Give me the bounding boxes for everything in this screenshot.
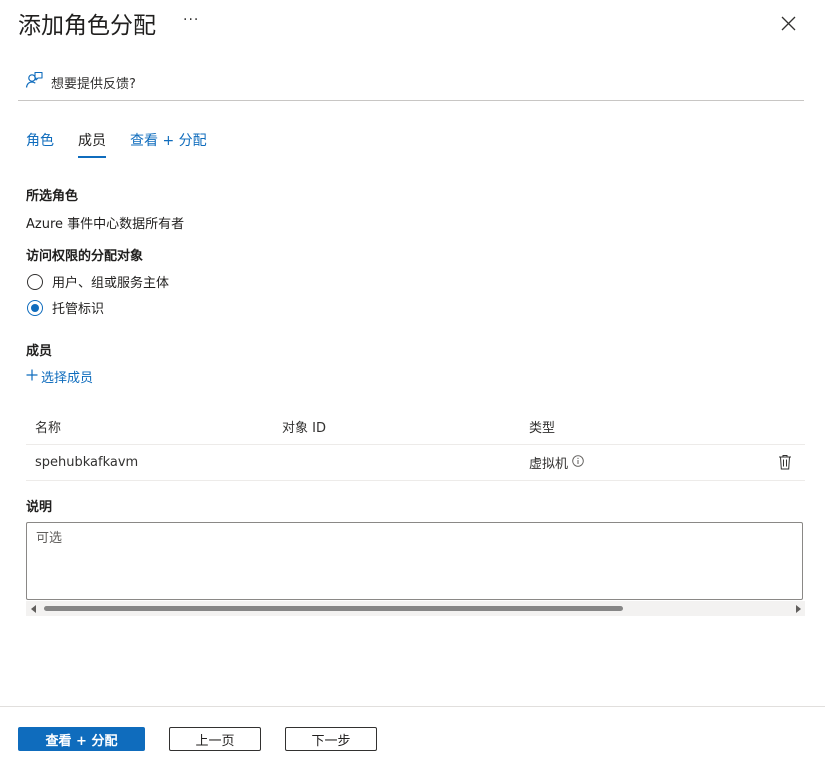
more-options-button[interactable]: ··· xyxy=(183,12,199,28)
select-members-label: 选择成员 xyxy=(41,371,94,386)
previous-button[interactable]: 上一页 xyxy=(169,727,261,751)
scrollbar-thumb[interactable] xyxy=(44,606,623,611)
next-button[interactable]: 下一步 xyxy=(285,727,377,751)
member-name: spehubkafkavm xyxy=(35,455,139,470)
members-table: 名称 对象 ID 类型 spehubkafkavm 虚拟机 xyxy=(26,408,805,481)
assign-access-heading: 访问权限的分配对象 xyxy=(26,249,144,264)
member-type: 虚拟机 xyxy=(529,457,569,472)
page-title: 添加角色分配 xyxy=(18,13,156,39)
description-field-wrapper xyxy=(26,522,803,600)
tab-bar: 角色 成员 查看 + 分配 xyxy=(26,130,207,158)
close-icon[interactable] xyxy=(780,15,797,32)
delete-icon[interactable] xyxy=(778,454,792,474)
column-header-name[interactable]: 名称 xyxy=(35,417,61,436)
plus-icon xyxy=(26,369,38,385)
scroll-right-icon[interactable] xyxy=(796,605,801,613)
selected-role-heading: 所选角色 xyxy=(26,189,79,204)
footer-divider xyxy=(0,706,825,707)
scroll-left-icon[interactable] xyxy=(31,605,36,613)
radio-label: 托管标识 xyxy=(52,302,105,317)
feedback-icon xyxy=(25,71,43,93)
review-assign-button[interactable]: 查看 + 分配 xyxy=(18,727,145,751)
feedback-label: 想要提供反馈? xyxy=(51,76,136,92)
table-row: spehubkafkavm 虚拟机 xyxy=(26,445,805,481)
tab-role[interactable]: 角色 xyxy=(26,130,54,153)
table-header: 名称 对象 ID 类型 xyxy=(26,408,805,445)
radio-label: 用户、组或服务主体 xyxy=(52,276,170,291)
tab-review-assign[interactable]: 查看 + 分配 xyxy=(130,130,207,153)
radio-user-group-sp[interactable]: 用户、组或服务主体 xyxy=(27,272,169,291)
radio-button-checked[interactable] xyxy=(27,299,43,316)
radio-button[interactable] xyxy=(27,273,43,290)
feedback-link[interactable]: 想要提供反馈? xyxy=(25,71,136,93)
tab-members[interactable]: 成员 xyxy=(78,130,106,158)
select-members-link[interactable]: 选择成员 xyxy=(26,367,93,386)
column-header-type[interactable]: 类型 xyxy=(529,417,555,436)
horizontal-scrollbar[interactable] xyxy=(26,601,805,616)
info-icon[interactable] xyxy=(572,454,584,471)
radio-managed-identity[interactable]: 托管标识 xyxy=(27,298,104,317)
description-heading: 说明 xyxy=(26,500,53,515)
members-heading: 成员 xyxy=(26,344,53,359)
column-header-object-id[interactable]: 对象 ID xyxy=(282,417,326,436)
divider xyxy=(18,100,804,101)
member-type-cell: 虚拟机 xyxy=(529,453,584,472)
description-field[interactable] xyxy=(27,523,802,599)
selected-role-value: Azure 事件中心数据所有者 xyxy=(26,217,185,232)
